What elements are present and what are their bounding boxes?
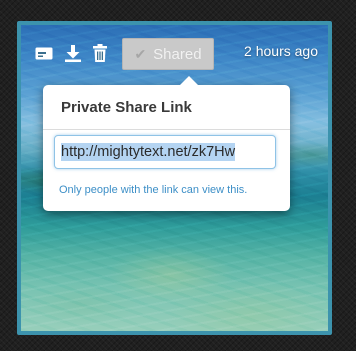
check-icon: ✔ [134, 46, 147, 62]
shared-button-label: Shared [153, 45, 202, 63]
trash-icon[interactable] [93, 44, 107, 62]
popover-note: Only people with the link can view this. [59, 184, 248, 196]
popover-divider [43, 129, 290, 130]
popover-arrow [180, 76, 198, 85]
popover-title: Private Share Link [61, 99, 192, 116]
share-link-input[interactable]: http://mightytext.net/zk7Hw [54, 135, 276, 169]
download-icon[interactable] [65, 44, 81, 62]
share-link-value[interactable]: http://mightytext.net/zk7Hw [61, 143, 236, 161]
shared-button[interactable]: ✔ Shared [122, 38, 214, 70]
card-icon[interactable] [35, 44, 53, 62]
share-link-popover: Private Share Link http://mightytext.net… [43, 76, 290, 211]
photo-card: ✔ Shared 2 hours ago Private Share Link … [17, 21, 332, 335]
timestamp: 2 hours ago [244, 43, 318, 59]
